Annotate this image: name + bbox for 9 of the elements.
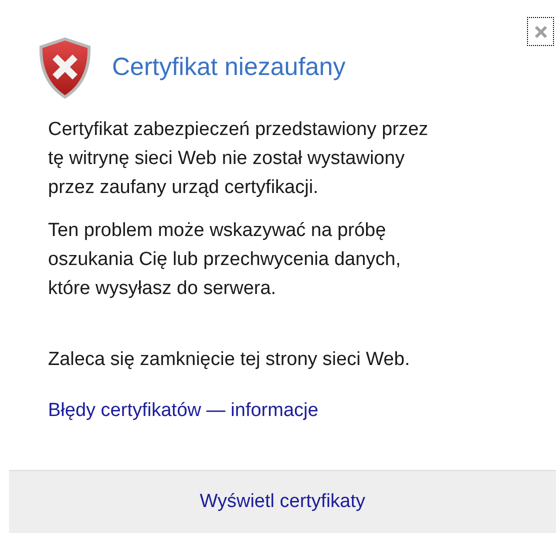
dialog-title: Certyfikat niezaufany <box>112 52 346 84</box>
message-paragraph: Ten problem może wskazywać na próbę oszukania Cię lub przechwycenia danych, które wysyłasz do serwera. <box>48 219 402 301</box>
message-paragraph: Certyfikat zabezpieczeń przedstawiony przez tę witrynę sieci Web nie został wystawiony przez zaufany urząd certyfikacji. <box>48 118 430 200</box>
shield-error-icon <box>38 37 92 99</box>
view-certificates-button[interactable]: Wyświetl certyfikaty <box>192 488 374 516</box>
message-paragraph: Zaleca się zamknięcie tej strony sieci Web. <box>48 348 411 372</box>
certificate-errors-link[interactable]: Błędy certyfikatów — informacje <box>48 396 318 425</box>
close-icon <box>532 24 548 40</box>
close-button[interactable] <box>527 17 554 46</box>
